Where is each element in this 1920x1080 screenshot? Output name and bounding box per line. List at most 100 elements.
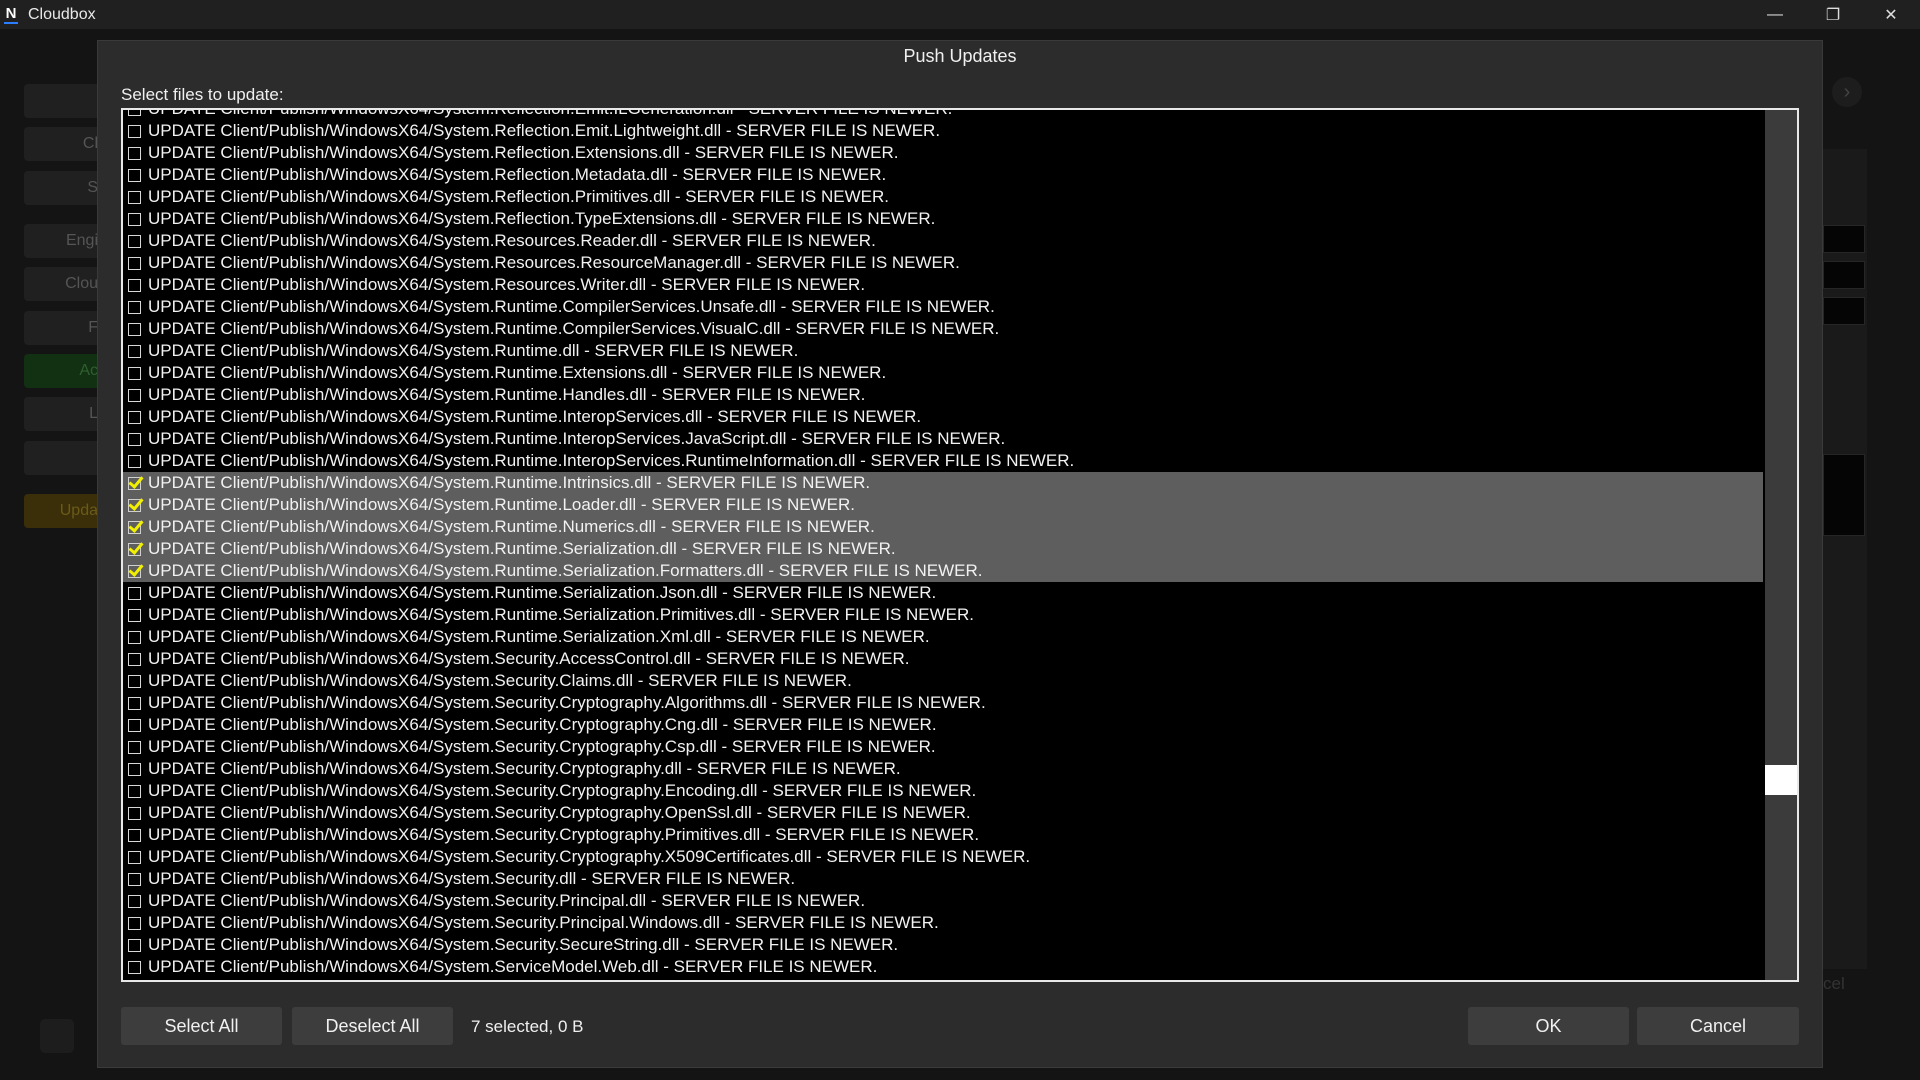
file-row[interactable]: UPDATE Client/Publish/WindowsX64/System.… [123, 582, 1763, 604]
checkbox[interactable] [128, 630, 141, 644]
file-row[interactable]: UPDATE Client/Publish/WindowsX64/System.… [123, 516, 1763, 538]
file-row[interactable]: UPDATE Client/Publish/WindowsX64/System.… [123, 340, 1763, 362]
file-row[interactable]: UPDATE Client/Publish/WindowsX64/System.… [123, 648, 1763, 670]
file-row[interactable]: UPDATE Client/Publish/WindowsX64/System.… [123, 472, 1763, 494]
file-row-label: UPDATE Client/Publish/WindowsX64/System.… [148, 495, 856, 514]
file-row[interactable]: UPDATE Client/Publish/WindowsX64/System.… [123, 934, 1763, 956]
scrollbar-thumb[interactable] [1765, 765, 1797, 795]
checkbox[interactable] [128, 234, 141, 248]
file-row[interactable]: UPDATE Client/Publish/WindowsX64/System.… [123, 274, 1763, 296]
checkbox[interactable] [128, 586, 141, 600]
file-row-label: UPDATE Client/Publish/WindowsX64/System.… [148, 781, 977, 800]
checkbox[interactable] [128, 432, 141, 446]
checkbox[interactable] [128, 454, 141, 468]
file-row[interactable]: UPDATE Client/Publish/WindowsX64/System.… [123, 802, 1763, 824]
checkbox[interactable] [128, 608, 141, 622]
checkbox[interactable] [128, 212, 141, 226]
file-row[interactable]: UPDATE Client/Publish/WindowsX64/System.… [123, 956, 1763, 978]
file-row[interactable]: UPDATE Client/Publish/WindowsX64/System.… [123, 208, 1763, 230]
file-row[interactable]: UPDATE Client/Publish/WindowsX64/System.… [123, 736, 1763, 758]
checkbox[interactable] [128, 740, 141, 754]
background-sidebar-item: S [24, 171, 104, 205]
file-row[interactable]: UPDATE Client/Publish/WindowsX64/System.… [123, 978, 1763, 980]
file-list-scrollbar[interactable] [1765, 110, 1797, 980]
checkbox-checked[interactable] [128, 542, 141, 556]
checkbox[interactable] [128, 674, 141, 688]
checkbox[interactable] [128, 784, 141, 798]
checkbox-checked[interactable] [128, 476, 141, 490]
file-row-label: UPDATE Client/Publish/WindowsX64/System.… [148, 297, 995, 316]
ok-button[interactable]: OK [1468, 1007, 1629, 1045]
file-row[interactable]: UPDATE Client/Publish/WindowsX64/System.… [123, 714, 1763, 736]
checkbox[interactable] [128, 916, 141, 930]
background-field [1823, 297, 1865, 325]
file-row[interactable]: UPDATE Client/Publish/WindowsX64/System.… [123, 868, 1763, 890]
file-row[interactable]: UPDATE Client/Publish/WindowsX64/System.… [123, 890, 1763, 912]
file-row[interactable]: UPDATE Client/Publish/WindowsX64/System.… [123, 318, 1763, 340]
checkbox[interactable] [128, 652, 141, 666]
checkbox[interactable] [128, 366, 141, 380]
file-row[interactable]: UPDATE Client/Publish/WindowsX64/System.… [123, 846, 1763, 868]
checkbox[interactable] [128, 938, 141, 952]
select-all-button[interactable]: Select All [121, 1007, 282, 1045]
file-row[interactable]: UPDATE Client/Publish/WindowsX64/System.… [123, 230, 1763, 252]
file-row[interactable]: UPDATE Client/Publish/WindowsX64/System.… [123, 252, 1763, 274]
file-row[interactable]: UPDATE Client/Publish/WindowsX64/System.… [123, 186, 1763, 208]
file-row[interactable]: UPDATE Client/Publish/WindowsX64/System.… [123, 604, 1763, 626]
file-row[interactable]: UPDATE Client/Publish/WindowsX64/System.… [123, 384, 1763, 406]
file-row[interactable]: UPDATE Client/Publish/WindowsX64/System.… [123, 110, 1763, 120]
minimize-icon[interactable]: — [1746, 0, 1804, 29]
checkbox[interactable] [128, 806, 141, 820]
file-row[interactable]: UPDATE Client/Publish/WindowsX64/System.… [123, 626, 1763, 648]
checkbox[interactable] [128, 850, 141, 864]
background-sidebar-item: L [24, 397, 104, 431]
checkbox[interactable] [128, 124, 141, 138]
checkbox[interactable] [128, 894, 141, 908]
checkbox[interactable] [128, 278, 141, 292]
file-list[interactable]: UPDATE Client/Publish/WindowsX64/System.… [121, 108, 1799, 982]
file-row[interactable]: UPDATE Client/Publish/WindowsX64/System.… [123, 824, 1763, 846]
checkbox[interactable] [128, 344, 141, 358]
checkbox[interactable] [128, 872, 141, 886]
checkbox[interactable] [128, 256, 141, 270]
checkbox[interactable] [128, 388, 141, 402]
checkbox[interactable] [128, 110, 141, 116]
restore-icon[interactable]: ❐ [1804, 0, 1862, 29]
checkbox[interactable] [128, 762, 141, 776]
file-row[interactable]: UPDATE Client/Publish/WindowsX64/System.… [123, 538, 1763, 560]
file-row[interactable]: UPDATE Client/Publish/WindowsX64/System.… [123, 142, 1763, 164]
file-row-label: UPDATE Client/Publish/WindowsX64/System.… [148, 627, 930, 646]
checkbox-checked[interactable] [128, 520, 141, 534]
checkbox[interactable] [128, 300, 141, 314]
checkbox[interactable] [128, 146, 141, 160]
file-row[interactable]: UPDATE Client/Publish/WindowsX64/System.… [123, 406, 1763, 428]
cancel-button[interactable]: Cancel [1637, 1007, 1799, 1045]
file-row[interactable]: UPDATE Client/Publish/WindowsX64/System.… [123, 912, 1763, 934]
file-row[interactable]: UPDATE Client/Publish/WindowsX64/System.… [123, 120, 1763, 142]
checkbox[interactable] [128, 190, 141, 204]
file-row[interactable]: UPDATE Client/Publish/WindowsX64/System.… [123, 692, 1763, 714]
checkbox-checked[interactable] [128, 564, 141, 578]
checkbox[interactable] [128, 168, 141, 182]
checkbox[interactable] [128, 718, 141, 732]
checkbox[interactable] [128, 960, 141, 974]
file-row-label: UPDATE Client/Publish/WindowsX64/System.… [148, 737, 936, 756]
file-row[interactable]: UPDATE Client/Publish/WindowsX64/System.… [123, 560, 1763, 582]
checkbox[interactable] [128, 828, 141, 842]
file-row[interactable]: UPDATE Client/Publish/WindowsX64/System.… [123, 494, 1763, 516]
file-row[interactable]: UPDATE Client/Publish/WindowsX64/System.… [123, 362, 1763, 384]
file-row[interactable]: UPDATE Client/Publish/WindowsX64/System.… [123, 780, 1763, 802]
deselect-all-button[interactable]: Deselect All [292, 1007, 453, 1045]
background-cancel-button: cel [1823, 974, 1845, 993]
file-row[interactable]: UPDATE Client/Publish/WindowsX64/System.… [123, 450, 1763, 472]
checkbox-checked[interactable] [128, 498, 141, 512]
file-row[interactable]: UPDATE Client/Publish/WindowsX64/System.… [123, 758, 1763, 780]
file-row[interactable]: UPDATE Client/Publish/WindowsX64/System.… [123, 670, 1763, 692]
file-row[interactable]: UPDATE Client/Publish/WindowsX64/System.… [123, 296, 1763, 318]
file-row[interactable]: UPDATE Client/Publish/WindowsX64/System.… [123, 164, 1763, 186]
checkbox[interactable] [128, 696, 141, 710]
file-row[interactable]: UPDATE Client/Publish/WindowsX64/System.… [123, 428, 1763, 450]
checkbox[interactable] [128, 410, 141, 424]
checkbox[interactable] [128, 322, 141, 336]
close-icon[interactable]: ✕ [1862, 0, 1920, 29]
